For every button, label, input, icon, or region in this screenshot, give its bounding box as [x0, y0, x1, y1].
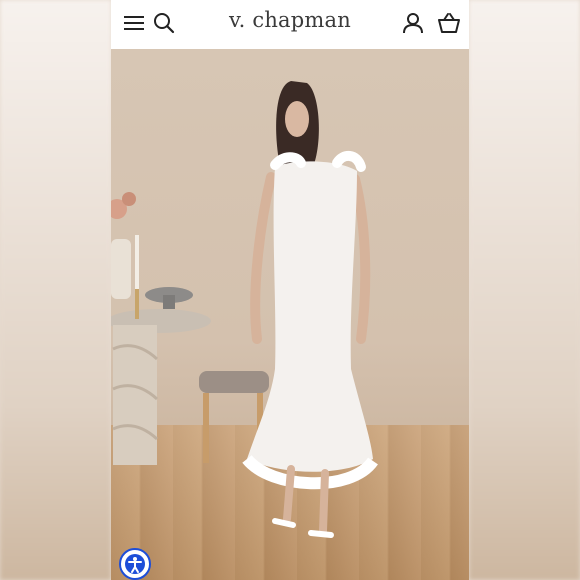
cart-button[interactable]	[436, 10, 462, 36]
account-button[interactable]	[400, 10, 426, 36]
basket-icon	[438, 13, 460, 33]
account-icon	[403, 13, 423, 34]
accessibility-icon	[125, 554, 145, 574]
site-header: v. chapman	[111, 0, 469, 46]
mobile-page: v. chapman	[111, 0, 469, 580]
blurred-background-right	[469, 0, 580, 580]
accessibility-button[interactable]	[119, 548, 151, 580]
blurred-background-left	[0, 0, 111, 580]
product-photo-scene	[111, 81, 378, 538]
product-photo	[111, 49, 469, 580]
